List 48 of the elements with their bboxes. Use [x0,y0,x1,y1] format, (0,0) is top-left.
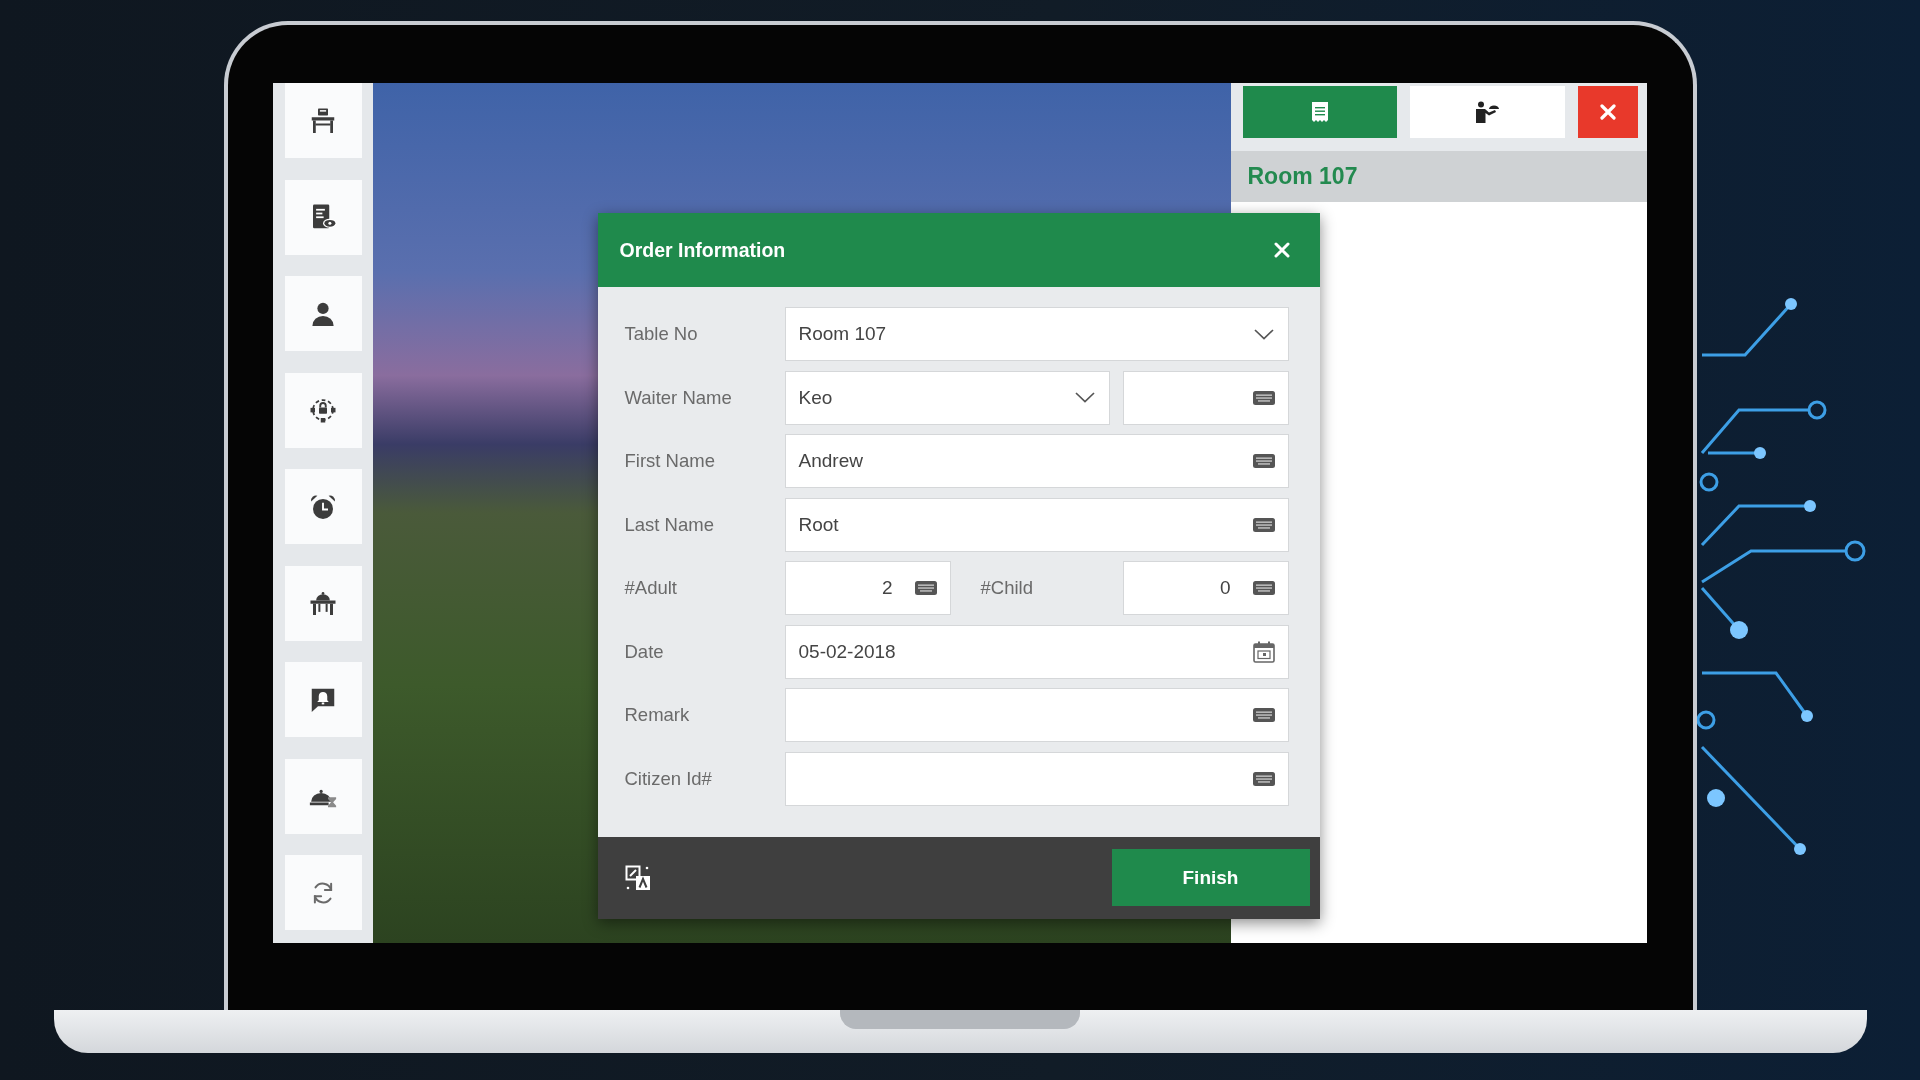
close-icon[interactable] [1599,104,1616,120]
field-label: Citizen Id# [624,767,713,790]
text-field[interactable] [784,688,1289,742]
field-label: #Adult [624,577,678,599]
sidebar-button[interactable] [284,662,362,737]
text-field[interactable] [1122,370,1289,425]
receipt-icon[interactable] [1310,101,1329,123]
field-label: Remark [624,704,691,726]
sidebar-button[interactable] [284,469,362,544]
field-label: Last Name [624,513,715,536]
text-field[interactable]: Andrew [784,434,1289,488]
field-label: Date [624,640,665,663]
sidebar-button[interactable] [284,565,362,641]
calendar-icon[interactable] [1252,640,1275,663]
date-field[interactable]: 05-02-2018 [784,624,1289,679]
text-field[interactable]: Root [784,497,1289,552]
keyboard-icon[interactable] [1252,771,1275,786]
waiter-button[interactable] [1409,86,1565,138]
finish-button[interactable]: Finish [1111,849,1310,906]
dropdown-field[interactable]: Room 107 [784,307,1289,361]
field-label: Waiter Name [624,386,733,409]
translate-icon[interactable] [624,864,651,891]
field-label: First Name [624,450,716,472]
sidebar-button[interactable] [284,758,362,834]
room-title: Room 107 [1247,163,1358,190]
close-button[interactable] [1577,86,1638,138]
chevron-down-icon[interactable] [1253,328,1274,340]
field-label: #Child [979,577,1034,599]
sidebar-button[interactable] [284,83,362,158]
text-field[interactable] [784,751,1289,806]
keyboard-icon[interactable] [1252,581,1275,595]
sidebar-button[interactable] [284,276,362,351]
dropdown-field[interactable]: Keo [784,370,1110,425]
number-field[interactable]: 2 [784,561,951,615]
keyboard-icon[interactable] [1252,454,1275,468]
field-label: Table No [624,323,699,345]
keyboard-icon[interactable] [1252,390,1275,405]
dialog-title: Order Information [619,238,786,262]
keyboard-icon[interactable] [914,581,937,595]
sidebar-button[interactable] [284,372,362,448]
number-field[interactable]: 0 [1122,561,1289,615]
chevron-down-icon[interactable] [1074,392,1095,403]
keyboard-icon[interactable] [1252,708,1275,722]
receipt-button[interactable] [1242,86,1397,138]
close-icon[interactable] [1273,242,1290,258]
sidebar-button[interactable] [284,179,362,255]
waiter-icon[interactable] [1474,101,1501,123]
keyboard-icon[interactable] [1252,517,1275,532]
